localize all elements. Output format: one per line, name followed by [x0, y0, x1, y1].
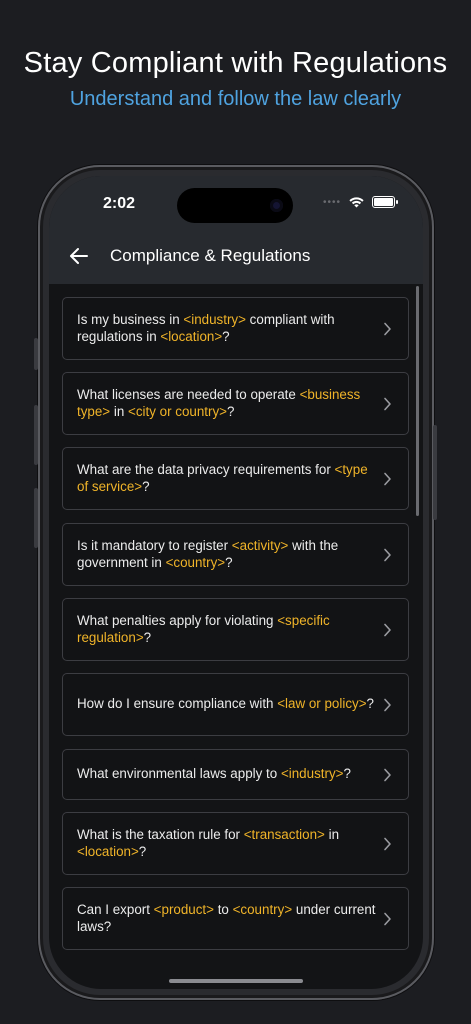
placeholder-token: <country> [232, 902, 293, 917]
scrollbar[interactable] [416, 286, 419, 516]
page-title: Compliance & Regulations [110, 246, 311, 265]
question-card[interactable]: Is it mandatory to register <activity> w… [62, 523, 409, 586]
question-segment: in [110, 403, 129, 419]
question-segment: ? [142, 478, 150, 494]
question-segment: ? [138, 843, 147, 859]
question-card[interactable]: What environmental laws apply to <indust… [62, 749, 409, 800]
question-card[interactable]: Is my business in <industry> compliant w… [62, 297, 409, 360]
question-text: What is the taxation rule for <transacti… [63, 827, 408, 860]
phone-action-button [34, 338, 38, 370]
question-segment: ? [225, 554, 233, 570]
chevron-right-icon [384, 322, 391, 335]
front-camera-icon [270, 199, 283, 212]
placeholder-token: <country> [165, 554, 226, 570]
question-segment: What penalties apply for violating [77, 613, 278, 628]
question-text: How do I ensure compliance with <law or … [63, 696, 408, 713]
question-text: Can I export <product> to <country> unde… [63, 902, 408, 935]
placeholder-token: <location> [77, 843, 139, 859]
question-segment: Is my business in [77, 312, 184, 327]
placeholder-token: <industry> [183, 312, 246, 327]
placeholder-token: <transaction> [243, 827, 325, 842]
question-segment: ? [366, 696, 374, 712]
question-text: What environmental laws apply to <indust… [63, 766, 408, 783]
question-segment: ? [343, 766, 351, 782]
question-segment: ? [227, 403, 235, 419]
chevron-right-icon [384, 698, 391, 711]
question-card[interactable]: How do I ensure compliance with <law or … [62, 673, 409, 736]
question-segment: What environmental laws apply to [77, 766, 281, 782]
question-text: Is it mandatory to register <activity> w… [63, 538, 408, 571]
question-text: Is my business in <industry> compliant w… [63, 312, 408, 345]
chevron-right-icon [384, 912, 391, 925]
chevron-right-icon [384, 837, 391, 850]
chevron-right-icon [384, 548, 391, 561]
home-indicator[interactable] [169, 979, 303, 983]
question-segment: in [324, 827, 340, 842]
question-card[interactable]: Can I export <product> to <country> unde… [62, 887, 409, 950]
placeholder-token: <location> [160, 328, 223, 344]
question-card[interactable]: What are the data privacy requirements f… [62, 447, 409, 510]
wifi-icon [349, 197, 364, 208]
question-card[interactable]: What is the taxation rule for <transacti… [62, 812, 409, 875]
status-time: 2:02 [103, 195, 136, 212]
phone-power-button [433, 425, 437, 520]
placeholder-token: <city or country> [128, 403, 228, 419]
promo-headline: Stay Compliant with Regulations [23, 47, 448, 79]
question-segment: How do I ensure compliance with [77, 696, 278, 712]
top-bar: 2:02 •••• Compliance & Regulations [49, 176, 423, 284]
question-card[interactable]: What licenses are needed to operate <bus… [62, 372, 409, 435]
phone-volume-down-button [34, 488, 38, 548]
chevron-right-icon [384, 472, 391, 485]
placeholder-token: <industry> [280, 766, 344, 782]
chevron-right-icon [384, 397, 391, 410]
question-segment: ? [143, 629, 152, 645]
status-icons: •••• [322, 196, 398, 208]
promo-subheadline: Understand and follow the law clearly [69, 88, 402, 110]
placeholder-token: <activity> [231, 538, 289, 553]
cellular-signal-icon: •••• [322, 196, 341, 208]
question-segment: What is the taxation rule for [77, 827, 244, 842]
question-text: What licenses are needed to operate <bus… [63, 387, 408, 420]
question-segment: What licenses are needed to operate [77, 387, 300, 402]
placeholder-token: <product> [153, 902, 214, 917]
question-card[interactable]: What penalties apply for violating <spec… [62, 598, 409, 661]
question-segment: Is it mandatory to register [77, 538, 232, 553]
phone-volume-up-button [34, 405, 38, 465]
dynamic-island [177, 188, 293, 223]
question-segment: Can I export [77, 902, 154, 917]
app-screen: 2:02 •••• Compliance & Regulations Is my… [49, 176, 423, 989]
placeholder-token: <law or policy> [277, 696, 367, 712]
battery-icon [372, 196, 398, 208]
question-text: What penalties apply for violating <spec… [63, 613, 408, 646]
chevron-right-icon [384, 768, 391, 781]
question-text: What are the data privacy requirements f… [63, 462, 408, 495]
chevron-right-icon [384, 623, 391, 636]
question-segment: ? [222, 328, 230, 344]
question-segment: to [213, 902, 233, 917]
question-segment: What are the data privacy requirements f… [77, 462, 335, 477]
arrow-left-icon[interactable] [67, 244, 91, 268]
